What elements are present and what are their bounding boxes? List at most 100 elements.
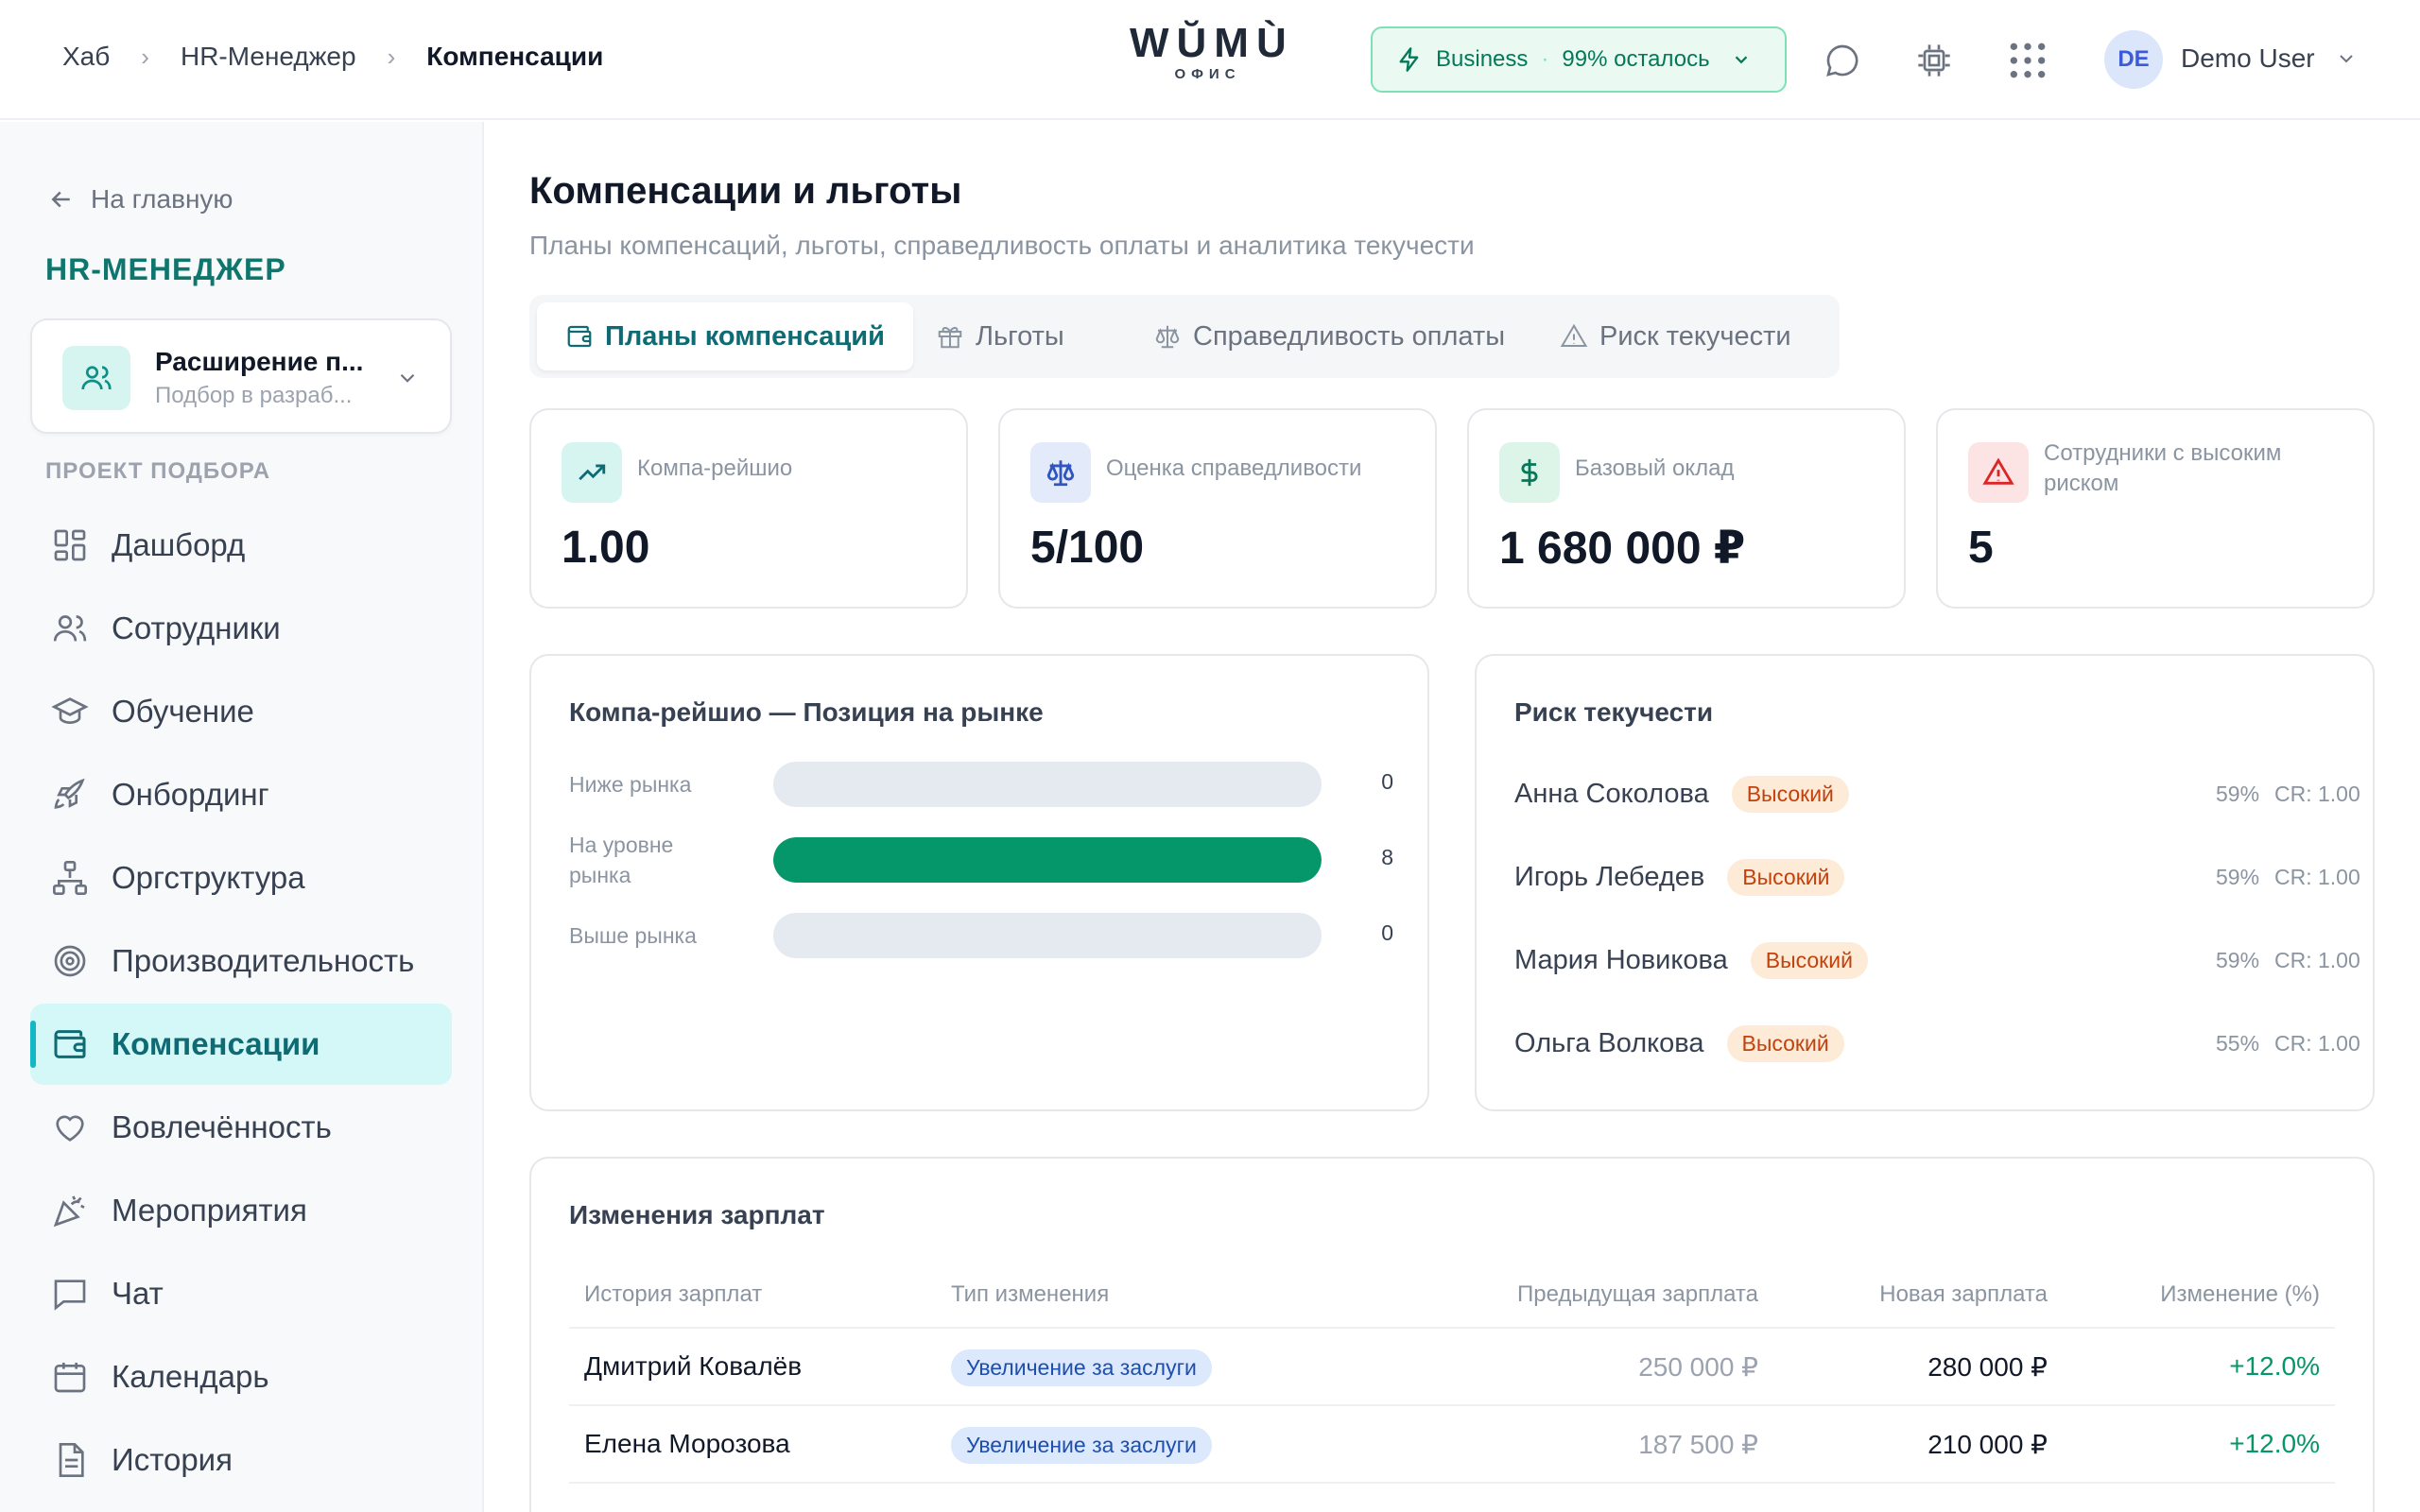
project-selector[interactable]: Расширение п... Подбор в разраб... bbox=[30, 318, 452, 434]
compa-ratio-value: CR: 1.00 bbox=[2274, 864, 2360, 889]
panel-title: Компа-рейшио — Позиция на рынке bbox=[569, 697, 1044, 727]
back-home-link[interactable]: На главную bbox=[47, 184, 233, 215]
risk-row[interactable]: Игорь Лебедев Высокий 59% CR: 1.00 bbox=[1514, 854, 2360, 900]
breadcrumb-hub-link[interactable]: Хаб bbox=[62, 42, 110, 72]
project-name: Расширение п... bbox=[155, 347, 364, 376]
stat-card-base-salary: Базовый оклад 1 680 000 ₽ bbox=[1467, 408, 1906, 609]
nav-group-label: ПРОЕКТ ПОДБОРА bbox=[45, 458, 271, 484]
employee-name: Анна Соколова bbox=[1514, 778, 1709, 809]
risk-percent: 59% bbox=[2216, 781, 2260, 806]
tab-pay-equity[interactable]: Справедливость оплаты bbox=[1125, 302, 1533, 370]
stat-value: 5 bbox=[1968, 523, 1994, 573]
tab-label: Льготы bbox=[976, 320, 1064, 352]
page-title: Компенсации и льготы bbox=[529, 170, 962, 212]
tab-bar: Планы компенсаций Льготы Справедливость … bbox=[529, 295, 1840, 378]
avatar[interactable]: DE bbox=[2104, 30, 2163, 89]
app-logo[interactable]: WŬMÙ ОФИС bbox=[1130, 20, 1294, 83]
risk-row[interactable]: Ольга Волкова Высокий 55% CR: 1.00 bbox=[1514, 1021, 2360, 1066]
tab-compensation-plans[interactable]: Планы компенсаций bbox=[537, 302, 913, 370]
compa-ratio-value: CR: 1.00 bbox=[2274, 781, 2360, 806]
column-header: История зарплат bbox=[584, 1281, 763, 1307]
breadcrumb: Хаб › HR-Менеджер › Компенсации bbox=[62, 42, 603, 72]
sidebar-section-title: HR-МЕНЕДЖЕР bbox=[45, 252, 286, 286]
chevron-down-icon[interactable] bbox=[2335, 47, 2358, 70]
tab-benefits[interactable]: Льготы bbox=[908, 302, 1093, 370]
sidebar-item-dashboard[interactable]: Дашборд bbox=[30, 505, 452, 586]
apps-grid-icon[interactable] bbox=[2007, 40, 2048, 81]
calendar-icon bbox=[54, 1363, 86, 1393]
sidebar-item-onboarding[interactable]: Онбординг bbox=[30, 754, 452, 835]
breadcrumb-current: Компенсации bbox=[426, 42, 604, 71]
sidebar-item-performance[interactable]: Производительность bbox=[30, 920, 452, 1002]
chevron-down-icon bbox=[1735, 56, 1747, 64]
sidebar-item-compensation[interactable]: Компенсации bbox=[30, 1004, 452, 1085]
sidebar-item-label: Дашборд bbox=[112, 527, 246, 562]
scale-icon bbox=[1155, 325, 1180, 349]
logo-subtitle: ОФИС bbox=[1174, 66, 1241, 82]
risk-row[interactable]: Мария Новикова Высокий 59% CR: 1.00 bbox=[1514, 937, 2360, 983]
change-percent: +12.0% bbox=[2229, 1429, 2320, 1458]
warning-icon bbox=[1560, 323, 1588, 347]
stat-value: 1 680 000 ₽ bbox=[1499, 524, 1746, 574]
rocket-icon bbox=[54, 778, 85, 809]
logo-wordmark: WŬMÙ bbox=[1130, 20, 1294, 66]
sidebar-item-label: Онбординг bbox=[112, 777, 269, 812]
sidebar-item-calendar[interactable]: Календарь bbox=[30, 1336, 452, 1418]
party-popper-icon bbox=[53, 1195, 85, 1228]
risk-level-badge: Высокий bbox=[1727, 858, 1845, 896]
sidebar-item-label: Обучение bbox=[112, 694, 254, 729]
column-header: Предыдущая зарплата bbox=[1516, 1281, 1758, 1307]
bar-count: 8 bbox=[1381, 845, 1393, 869]
sidebar: На главную HR-МЕНЕДЖЕР Расширение п... П… bbox=[0, 122, 484, 1512]
project-status: Подбор в разраб... bbox=[155, 383, 353, 408]
compa-ratio-value: CR: 1.00 bbox=[2274, 947, 2360, 972]
employee-name: Мария Новикова bbox=[1514, 944, 1728, 975]
chat-bubble-icon[interactable] bbox=[1822, 40, 1863, 81]
employee-name: Елена Морозова bbox=[584, 1429, 790, 1458]
plan-remaining: 99% осталось bbox=[1562, 46, 1710, 72]
heart-icon bbox=[56, 1115, 84, 1142]
sidebar-item-history[interactable]: История bbox=[30, 1419, 452, 1501]
user-name[interactable]: Demo User bbox=[2181, 43, 2315, 74]
risk-level-badge: Высокий bbox=[1750, 941, 1868, 979]
chip-icon[interactable] bbox=[1913, 40, 1955, 81]
bar-label: На уровне рынка bbox=[569, 833, 674, 887]
chevron-down-icon bbox=[400, 373, 415, 383]
table-row[interactable] bbox=[569, 1482, 2335, 1512]
table-row[interactable]: Елена Морозова Увеличение за заслуги 187… bbox=[569, 1404, 2335, 1482]
employee-name: Ольга Волкова bbox=[1514, 1027, 1704, 1058]
employee-name: Игорь Лебедев bbox=[1514, 861, 1705, 892]
sidebar-item-employees[interactable]: Сотрудники bbox=[30, 588, 452, 669]
sidebar-item-chat[interactable]: Чат bbox=[30, 1253, 452, 1334]
panel-title: Риск текучести bbox=[1514, 697, 1714, 727]
back-home-label: На главную bbox=[91, 184, 233, 214]
risk-percent: 59% bbox=[2216, 864, 2260, 889]
breadcrumb-hr-link[interactable]: HR-Менеджер bbox=[181, 42, 356, 72]
new-salary: 280 000 ₽ bbox=[1927, 1352, 2048, 1382]
tab-label: Планы компенсаций bbox=[605, 320, 885, 352]
sidebar-item-engagement[interactable]: Вовлечённость bbox=[30, 1087, 452, 1168]
sidebar-item-orgstructure[interactable]: Оргструктура bbox=[30, 837, 452, 919]
risk-percent: 55% bbox=[2216, 1030, 2260, 1056]
bar-track bbox=[773, 837, 1322, 883]
page-subtitle: Планы компенсаций, льготы, справедливост… bbox=[529, 231, 1475, 260]
bar-track bbox=[773, 913, 1322, 958]
risk-row[interactable]: Анна Соколова Высокий 59% CR: 1.00 bbox=[1514, 771, 2360, 816]
stat-value: 5/100 bbox=[1030, 523, 1145, 573]
target-icon bbox=[54, 945, 86, 977]
plan-name: Business bbox=[1436, 46, 1529, 72]
plan-usage-button[interactable]: Business · 99% осталось bbox=[1371, 26, 1787, 93]
table-row[interactable]: Дмитрий Ковалёв Увеличение за заслуги 25… bbox=[569, 1327, 2335, 1404]
risk-level-badge: Высокий bbox=[1726, 1024, 1844, 1062]
document-icon bbox=[59, 1443, 84, 1477]
tab-turnover-risk[interactable]: Риск текучести bbox=[1531, 302, 1820, 370]
new-salary: 210 000 ₽ bbox=[1927, 1430, 2048, 1459]
risk-percent: 59% bbox=[2216, 947, 2260, 972]
sidebar-item-events[interactable]: Мероприятия bbox=[30, 1170, 452, 1251]
chevron-right-icon: › bbox=[387, 42, 396, 71]
dollar-icon bbox=[1499, 442, 1560, 503]
sidebar-item-learning[interactable]: Обучение bbox=[30, 671, 452, 752]
scale-icon bbox=[1030, 442, 1091, 503]
stat-card-compa-ratio: Компа-рейшио 1.00 bbox=[529, 408, 968, 609]
users-icon bbox=[62, 346, 130, 410]
